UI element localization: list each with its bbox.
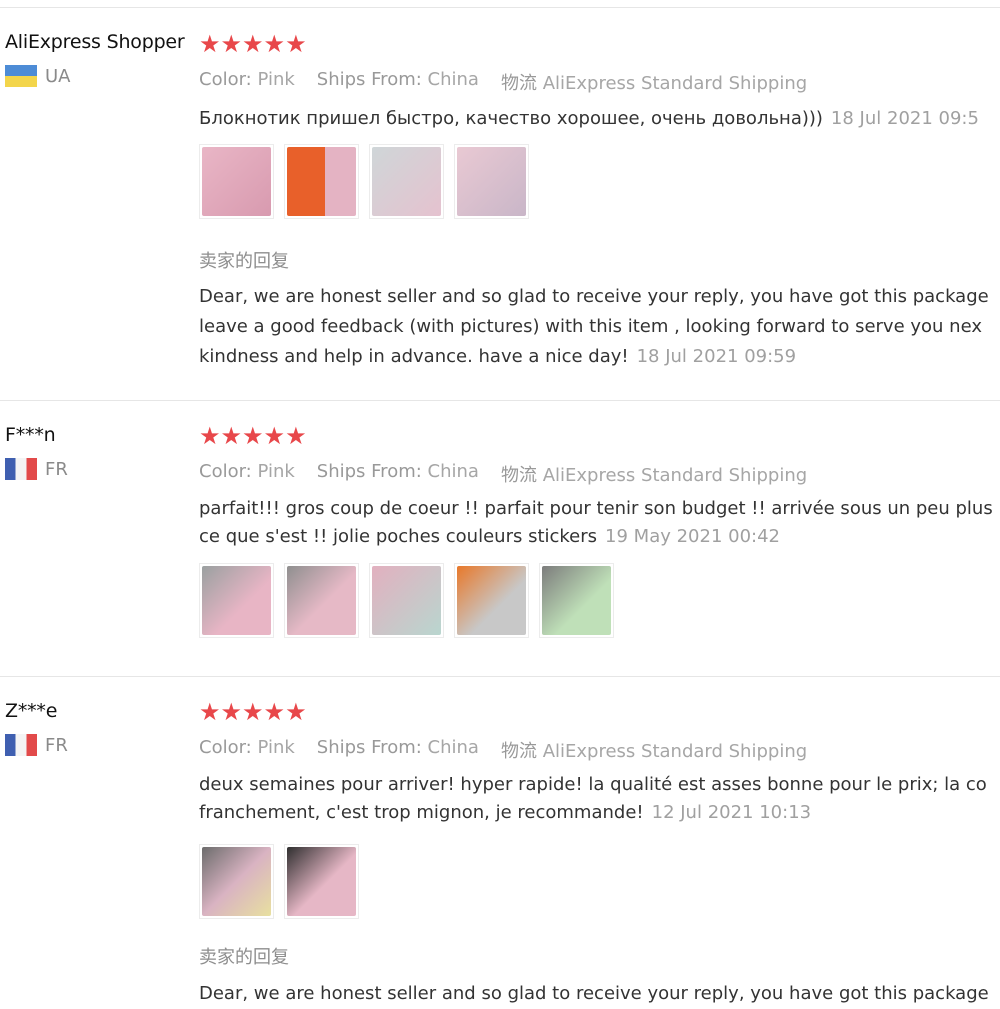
color-label: Color:	[199, 461, 252, 482]
review-date: 19 May 2021 00:42	[605, 526, 780, 547]
review-image-thumb[interactable]	[199, 144, 274, 219]
review-images	[199, 144, 1000, 219]
review-image-thumb[interactable]	[454, 144, 529, 219]
review-image-thumb[interactable]	[369, 144, 444, 219]
reviewer-name: Z***e	[5, 700, 58, 722]
star-rating: ★★★★★	[199, 32, 307, 58]
color-value: Pink	[257, 461, 295, 482]
reviewer-info: Z***e FR	[5, 700, 190, 756]
reviewer-country: FR	[5, 734, 190, 756]
review-image-thumb[interactable]	[199, 844, 274, 919]
seller-reply: Dear, we are honest seller and so glad t…	[199, 979, 1000, 1009]
shipping-label: 物流	[500, 73, 537, 94]
reviewer-name: AliExpress Shopper	[5, 31, 185, 53]
review-images	[199, 844, 1000, 919]
review-divider	[0, 400, 1000, 401]
flag-ua-icon	[5, 65, 37, 87]
review-body: ★★★★★ Color: Pink Ships From: China 物流 A…	[199, 32, 1000, 372]
ships-from-label: Ships From:	[316, 737, 422, 758]
reviewer-info: AliExpress Shopper UA	[5, 31, 190, 87]
review-image-thumb[interactable]	[454, 563, 529, 638]
star-rating: ★★★★★	[199, 424, 307, 450]
shipping-value: AliExpress Standard Shipping	[542, 73, 808, 94]
top-divider	[0, 7, 1000, 8]
seller-reply-date: 18 Jul 2021 09:59	[636, 346, 797, 367]
review-text-line: Блокнотик пришел быстро, качество хороше…	[199, 108, 823, 129]
review-text-line-last: franchement, c'est trop mignon, je recom…	[199, 799, 1000, 827]
shipping-value: AliExpress Standard Shipping	[542, 465, 808, 486]
ships-from-value: China	[427, 69, 479, 90]
review-text: Блокнотик пришел быстро, качество хороше…	[199, 104, 1000, 134]
reviewer-info: F***n FR	[5, 424, 190, 480]
color-value: Pink	[257, 737, 295, 758]
ships-from-value: China	[427, 461, 479, 482]
flag-fr-icon	[5, 734, 37, 756]
seller-reply-line-last: kindness and help in advance. have a nic…	[199, 342, 1000, 372]
review-text-line-last: ce que s'est !! jolie poches couleurs st…	[199, 523, 1000, 551]
review-text-line: ce que s'est !! jolie poches couleurs st…	[199, 526, 598, 547]
review-meta: Color: Pink Ships From: China 物流 AliExpr…	[199, 69, 1000, 95]
review-date: 12 Jul 2021 10:13	[651, 802, 812, 823]
review-meta: Color: Pink Ships From: China 物流 AliExpr…	[199, 737, 1000, 763]
flag-fr-icon	[5, 458, 37, 480]
ships-from-label: Ships From:	[316, 461, 422, 482]
seller-reply: Dear, we are honest seller and so glad t…	[199, 282, 1000, 372]
review-image-thumb[interactable]	[199, 563, 274, 638]
review-images	[199, 563, 1000, 638]
seller-reply-line: Dear, we are honest seller and so glad t…	[199, 983, 989, 1004]
review-text-line: parfait!!! gros coup de coeur !! parfait…	[199, 498, 993, 519]
review-image-thumb[interactable]	[284, 563, 359, 638]
seller-reply-text: kindness and help in advance. have a nic…	[199, 346, 629, 367]
color-label: Color:	[199, 737, 252, 758]
seller-reply-line: leave a good feedback (with pictures) wi…	[199, 316, 982, 337]
color-label: Color:	[199, 69, 252, 90]
review-text-line: franchement, c'est trop mignon, je recom…	[199, 802, 644, 823]
review-body: ★★★★★ Color: Pink Ships From: China 物流 A…	[199, 700, 1000, 1009]
review-text: parfait!!! gros coup de coeur !! parfait…	[199, 495, 1000, 551]
ships-from-label: Ships From:	[316, 69, 422, 90]
ships-from-value: China	[427, 737, 479, 758]
review-body: ★★★★★ Color: Pink Ships From: China 物流 A…	[199, 424, 1000, 638]
review-text: deux semaines pour arriver! hyper rapide…	[199, 771, 1000, 827]
country-code: UA	[45, 65, 71, 87]
star-rating: ★★★★★	[199, 700, 307, 726]
review-image-thumb[interactable]	[539, 563, 614, 638]
country-code: FR	[45, 458, 68, 480]
review-meta: Color: Pink Ships From: China 物流 AliExpr…	[199, 461, 1000, 487]
review-date: 18 Jul 2021 09:5	[830, 108, 979, 129]
review-image-thumb[interactable]	[284, 144, 359, 219]
review-divider	[0, 676, 1000, 677]
shipping-label: 物流	[500, 465, 537, 486]
reviewer-name: F***n	[5, 424, 56, 446]
review-text-line: deux semaines pour arriver! hyper rapide…	[199, 774, 987, 795]
shipping-label: 物流	[500, 741, 537, 762]
reviewer-country: UA	[5, 65, 190, 87]
country-code: FR	[45, 734, 68, 756]
shipping-value: AliExpress Standard Shipping	[542, 741, 808, 762]
reviewer-country: FR	[5, 458, 190, 480]
seller-reply-label: 卖家的回复	[199, 947, 289, 968]
review-image-thumb[interactable]	[284, 844, 359, 919]
color-value: Pink	[257, 69, 295, 90]
seller-reply-label: 卖家的回复	[199, 251, 289, 272]
review-image-thumb[interactable]	[369, 563, 444, 638]
seller-reply-line: Dear, we are honest seller and so glad t…	[199, 286, 989, 307]
